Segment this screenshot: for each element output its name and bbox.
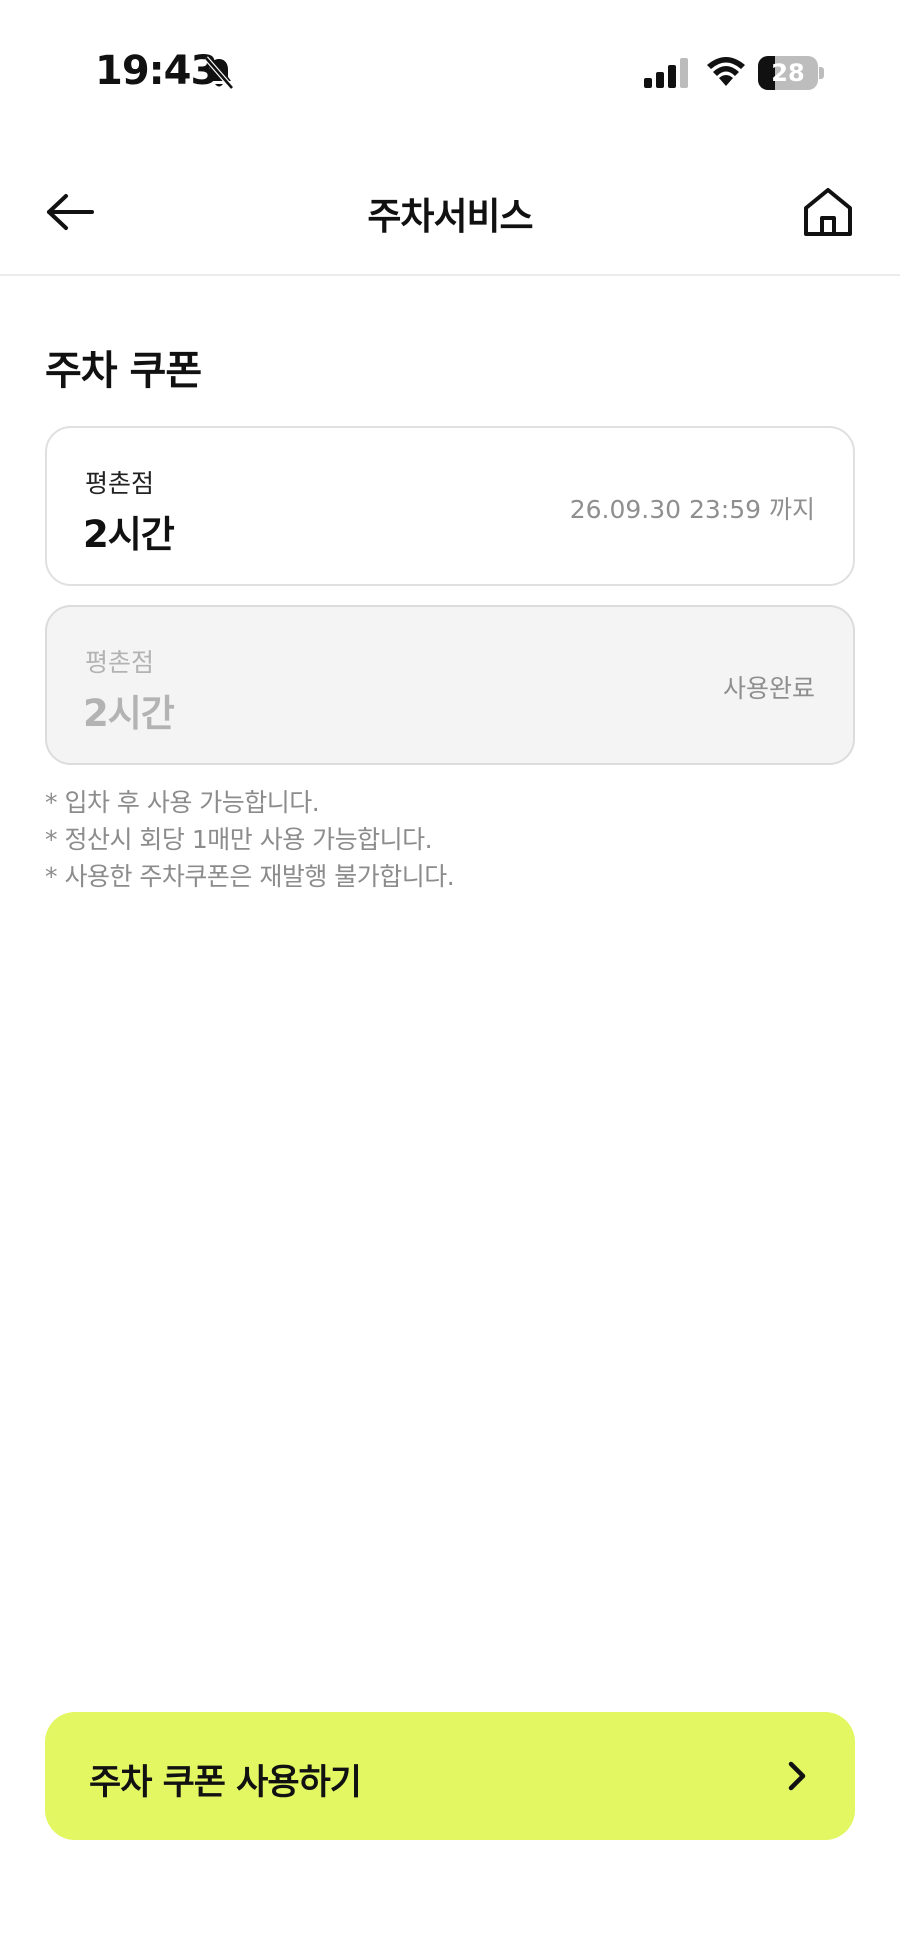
chevron-right-icon — [788, 1761, 806, 1791]
status-time: 19:43 — [95, 48, 218, 94]
status-bar: 19:43 28 — [0, 0, 900, 140]
coupon-notes: * 입차 후 사용 가능합니다. * 정산시 회당 1매만 사용 가능합니다. … — [45, 784, 455, 895]
battery-icon: 28 — [758, 56, 824, 90]
coupon-duration: 2시간 — [83, 692, 175, 735]
app-header: 주차서비스 — [0, 150, 900, 276]
battery-percent: 28 — [771, 59, 805, 87]
coupon-duration: 2시간 — [83, 513, 175, 556]
coupon-status-used: 사용완료 — [722, 674, 815, 703]
bell-slash-icon — [204, 56, 234, 90]
coupon-expiry: 26.09.30 23:59 까지 — [569, 495, 815, 524]
home-button[interactable] — [792, 176, 864, 248]
coupon-card-used[interactable]: 평촌점 2시간 사용완료 — [45, 605, 855, 765]
section-title: 주차 쿠폰 — [45, 348, 202, 394]
coupon-store: 평촌점 — [85, 648, 155, 677]
note-line: * 입차 후 사용 가능합니다. — [45, 788, 320, 817]
battery-body: 28 — [758, 56, 818, 90]
note-line: * 사용한 주차쿠폰은 재발행 불가합니다. — [45, 862, 455, 891]
page-title: 주차서비스 — [367, 195, 533, 238]
coupon-card-active[interactable]: 평촌점 2시간 26.09.30 23:59 까지 — [45, 426, 855, 586]
coupon-store: 평촌점 — [85, 469, 155, 498]
use-parking-coupon-button[interactable]: 주차 쿠폰 사용하기 — [45, 1712, 855, 1840]
note-line: * 정산시 회당 1매만 사용 가능합니다. — [45, 825, 433, 854]
wifi-icon — [707, 57, 745, 86]
signal-icon — [644, 58, 688, 88]
home-icon — [804, 188, 852, 236]
battery-nub — [819, 67, 824, 79]
cta-label: 주차 쿠폰 사용하기 — [89, 1763, 362, 1803]
